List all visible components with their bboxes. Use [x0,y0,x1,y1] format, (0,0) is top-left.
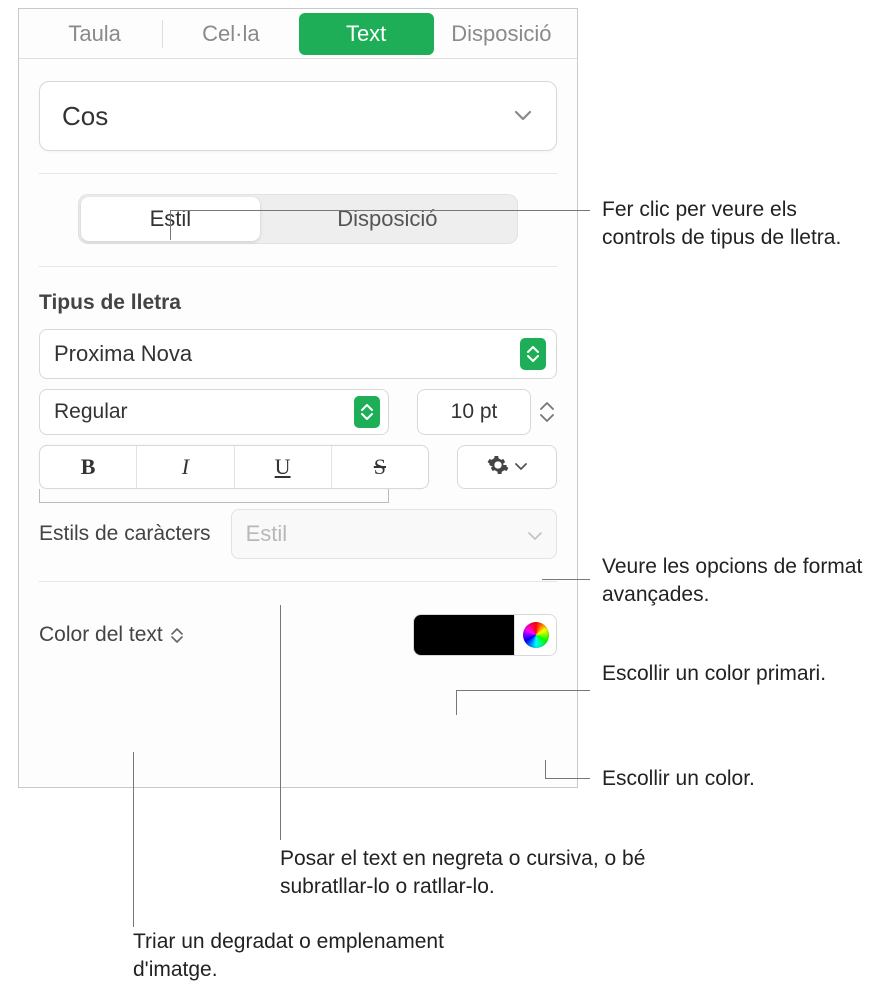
font-section-label: Tipus de lletra [39,291,557,315]
leader-line [542,579,590,580]
divider [39,266,557,267]
font-weight-select[interactable]: Regular [39,389,389,435]
color-swatch-group [413,614,557,656]
callout-color: Escollir un color. [602,765,862,793]
italic-button[interactable]: I [137,446,234,488]
segment-disposicio[interactable]: Disposició [260,197,515,241]
char-styles-label: Estils de caràcters [39,522,211,546]
font-size-box: 10 pt [417,389,557,435]
text-style-group: B I U S [39,445,429,489]
text-color-label: Color del text [39,623,163,647]
char-styles-select[interactable]: Estil [231,509,557,559]
divider [39,173,557,174]
font-size-input[interactable]: 10 pt [417,389,531,435]
stepper-icon [520,338,546,370]
font-weight-value: Regular [54,400,128,424]
chevron-down-icon [512,105,534,127]
bold-button[interactable]: B [40,446,137,488]
leader-line [456,690,457,715]
leader-line [170,210,590,211]
color-picker-button[interactable] [514,615,556,655]
advanced-options-button[interactable] [457,445,557,489]
font-family-select[interactable]: Proxima Nova [39,329,557,379]
tab-text[interactable]: Text [299,13,434,55]
char-styles-placeholder: Estil [246,521,288,547]
chevron-down-icon [528,521,542,547]
style-layout-segment: Estil Disposició [39,194,557,244]
color-well[interactable] [414,615,514,655]
tab-taula[interactable]: Taula [27,13,162,55]
stepper-icon [171,628,183,643]
paragraph-style-select[interactable]: Cos [39,81,557,151]
callout-primary-color: Escollir un color primari. [602,660,862,688]
leader-line [456,690,590,691]
leader-line [545,778,590,779]
leader-line [280,605,281,840]
font-size-value: 10 pt [451,400,498,424]
paragraph-style-value: Cos [62,101,108,132]
callout-bius: Posar el text en negreta o cursiva, o bé… [280,845,720,902]
format-panel: Taula Cel·la Text Disposició Cos Estil D… [18,8,578,788]
tab-cella[interactable]: Cel·la [163,13,298,55]
gear-icon [487,454,509,481]
leader-line [170,210,171,240]
stepper-icon [354,396,380,428]
leader-line [133,752,134,927]
font-size-stepper[interactable] [537,395,557,429]
text-color-menu[interactable]: Color del text [39,623,183,647]
divider [39,581,557,582]
callout-font-controls: Fer clic per veure els controls de tipus… [602,196,872,253]
underline-button[interactable]: U [235,446,332,488]
callout-gradient: Triar un degradat o emplenament d'imatge… [133,928,473,985]
bracket-decoration [39,489,389,503]
tab-disposicio[interactable]: Disposició [434,13,569,55]
inspector-tabs: Taula Cel·la Text Disposició [19,9,577,59]
chevron-down-icon [515,458,527,476]
strikethrough-button[interactable]: S [332,446,428,488]
leader-line [545,760,546,778]
callout-advanced: Veure les opcions de format avançades. [602,553,882,610]
font-family-value: Proxima Nova [54,341,192,367]
color-wheel-icon [523,622,549,648]
